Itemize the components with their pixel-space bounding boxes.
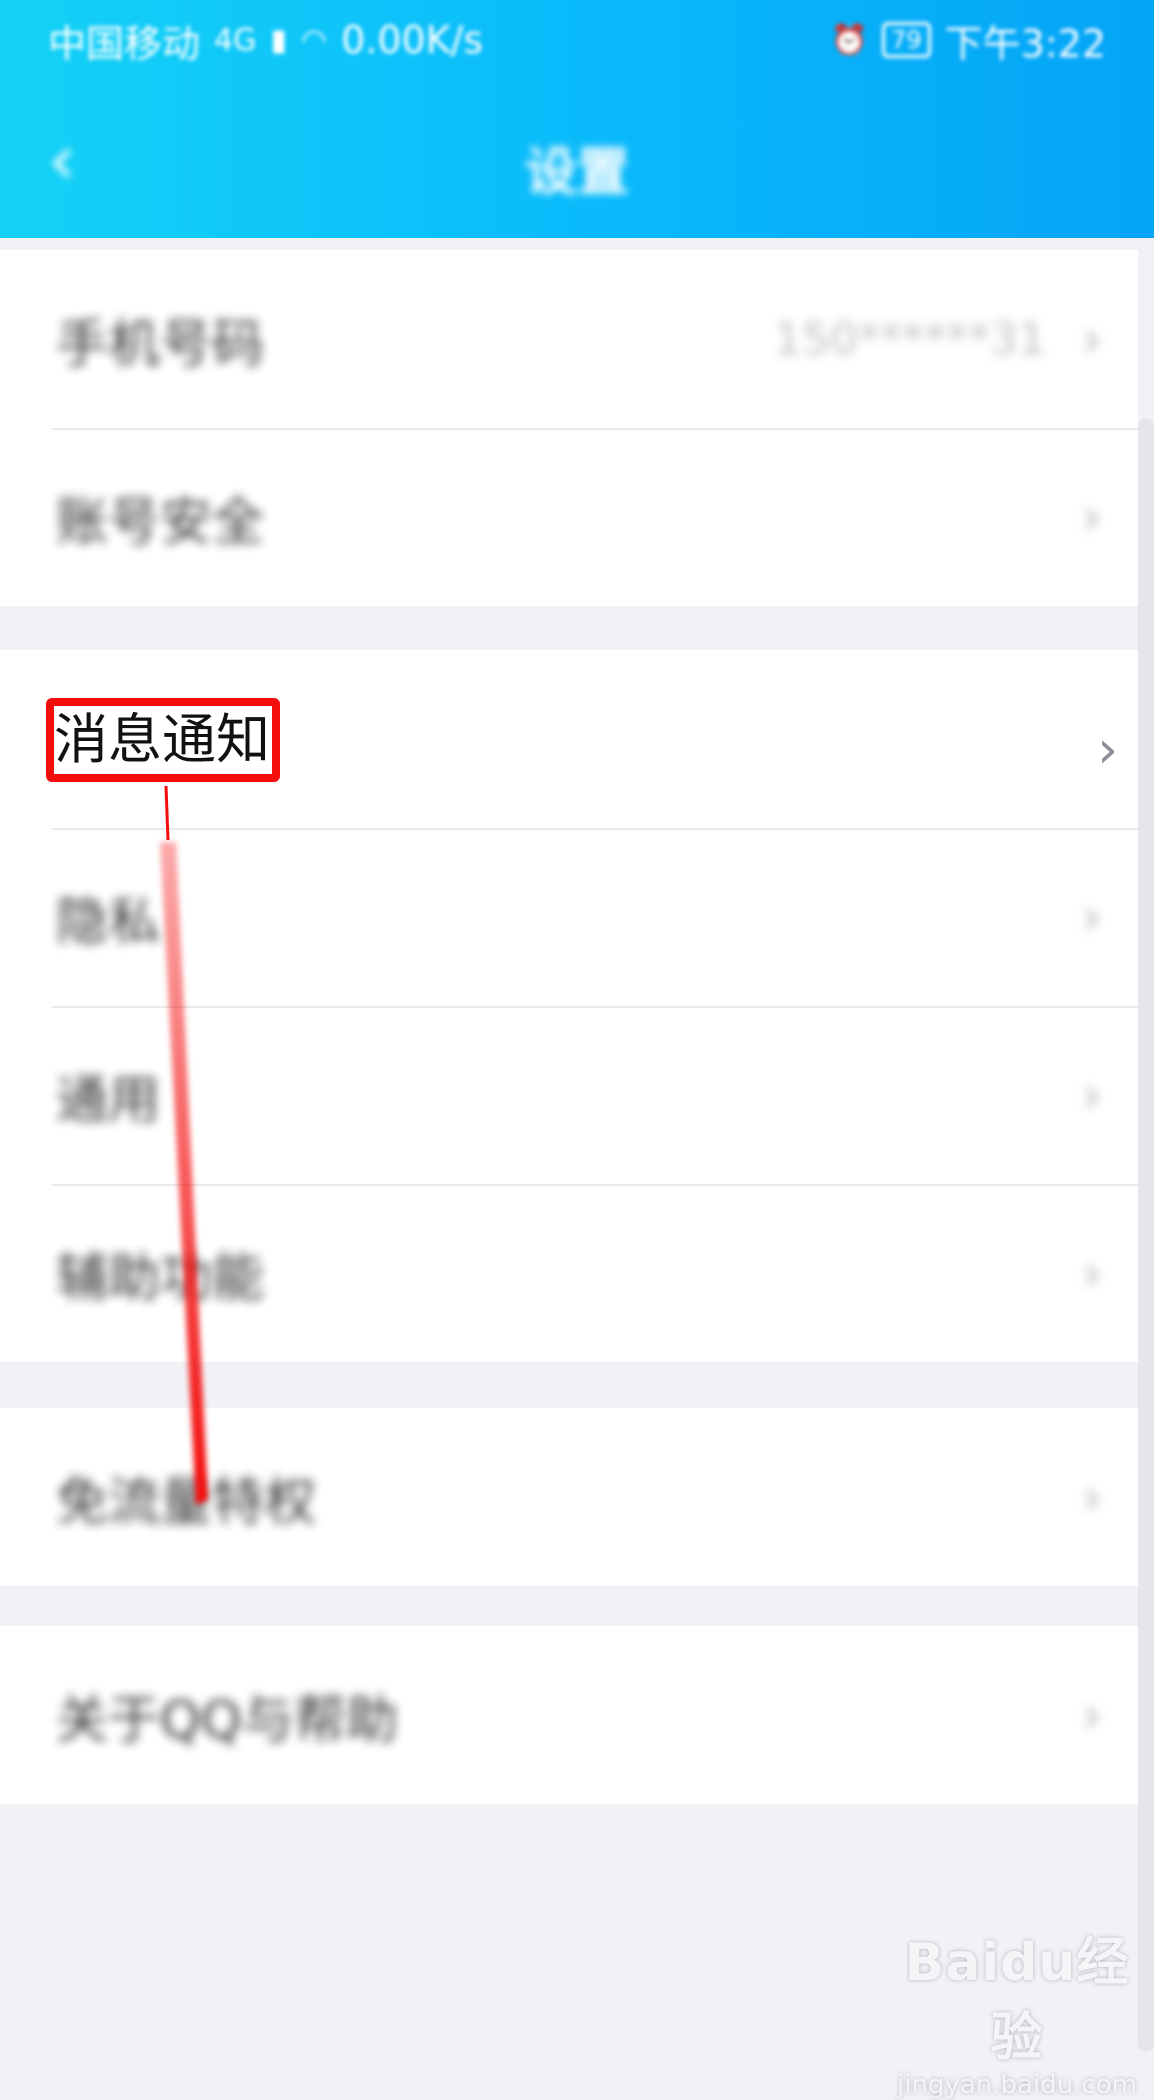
- row-label: 手机号码: [56, 314, 265, 375]
- settings-group-data: 免流量特权 ›: [0, 1408, 1138, 1586]
- watermark-brand: Baidu经验: [904, 1933, 1130, 2068]
- row-label: 通用: [56, 1070, 161, 1131]
- row-label: 免流量特权: [56, 1472, 317, 1533]
- status-bar: 中国移动 4G ▮ ◠ 0.00K/s ⏰ 79 下午3:22: [0, 0, 1154, 80]
- battery-level: 79: [882, 22, 931, 58]
- row-label: 关于QQ与帮助: [56, 1690, 398, 1751]
- network-type: 4G: [214, 22, 257, 58]
- signal-icon: ▮: [270, 22, 287, 58]
- alarm-icon: ⏰: [830, 22, 869, 58]
- title-bar: ‹ 设置: [0, 100, 1154, 220]
- settings-row-general[interactable]: 通用 ›: [0, 1006, 1138, 1184]
- chevron-right-icon: ›: [1082, 888, 1102, 946]
- settings-row-account-security[interactable]: 账号安全 ›: [0, 428, 1138, 606]
- chevron-right-icon: ›: [1082, 310, 1102, 368]
- row-value: 150******31: [774, 313, 1046, 365]
- settings-group-account: 手机号码 150******31 › 账号安全 ›: [0, 250, 1138, 606]
- chevron-right-icon: ›: [1082, 488, 1102, 546]
- status-left: 中国移动 4G ▮ ◠ 0.00K/s: [48, 13, 483, 68]
- app-header: 中国移动 4G ▮ ◠ 0.00K/s ⏰ 79 下午3:22 ‹ 设置: [0, 0, 1154, 238]
- chevron-right-icon: ›: [1082, 1686, 1102, 1744]
- row-label: 隐私: [56, 892, 161, 953]
- network-speed: 0.00K/s: [341, 18, 484, 62]
- row-label: 账号安全: [56, 492, 265, 553]
- settings-row-about[interactable]: 关于QQ与帮助 ›: [0, 1626, 1138, 1804]
- settings-group-about: 关于QQ与帮助 ›: [0, 1626, 1138, 1804]
- wifi-icon: ◠: [300, 22, 328, 58]
- status-time: 下午3:22: [944, 21, 1106, 66]
- settings-row-free-data[interactable]: 免流量特权 ›: [0, 1408, 1138, 1586]
- scrollbar[interactable]: [1138, 418, 1154, 2052]
- page-title: 设置: [524, 143, 629, 203]
- carrier-name: 中国移动: [48, 21, 201, 66]
- chevron-right-icon: ›: [1082, 1244, 1102, 1302]
- settings-row-phone[interactable]: 手机号码 150******31 ›: [0, 250, 1138, 428]
- settings-row-accessibility[interactable]: 辅助功能 ›: [0, 1184, 1138, 1362]
- chevron-right-icon: ›: [1082, 1468, 1102, 1526]
- chevron-right-icon: ›: [1097, 720, 1118, 780]
- notification-settings-label[interactable]: 消息通知: [54, 704, 270, 776]
- settings-row-privacy[interactable]: 隐私 ›: [0, 828, 1138, 1006]
- watermark-url: jingyan.baidu.com: [897, 2070, 1137, 2100]
- row-label: 辅助功能: [56, 1248, 265, 1309]
- baidu-watermark: Baidu经验 jingyan.baidu.com: [880, 1920, 1154, 2100]
- status-right: ⏰ 79 下午3:22: [831, 13, 1106, 68]
- chevron-right-icon: ›: [1082, 1066, 1102, 1124]
